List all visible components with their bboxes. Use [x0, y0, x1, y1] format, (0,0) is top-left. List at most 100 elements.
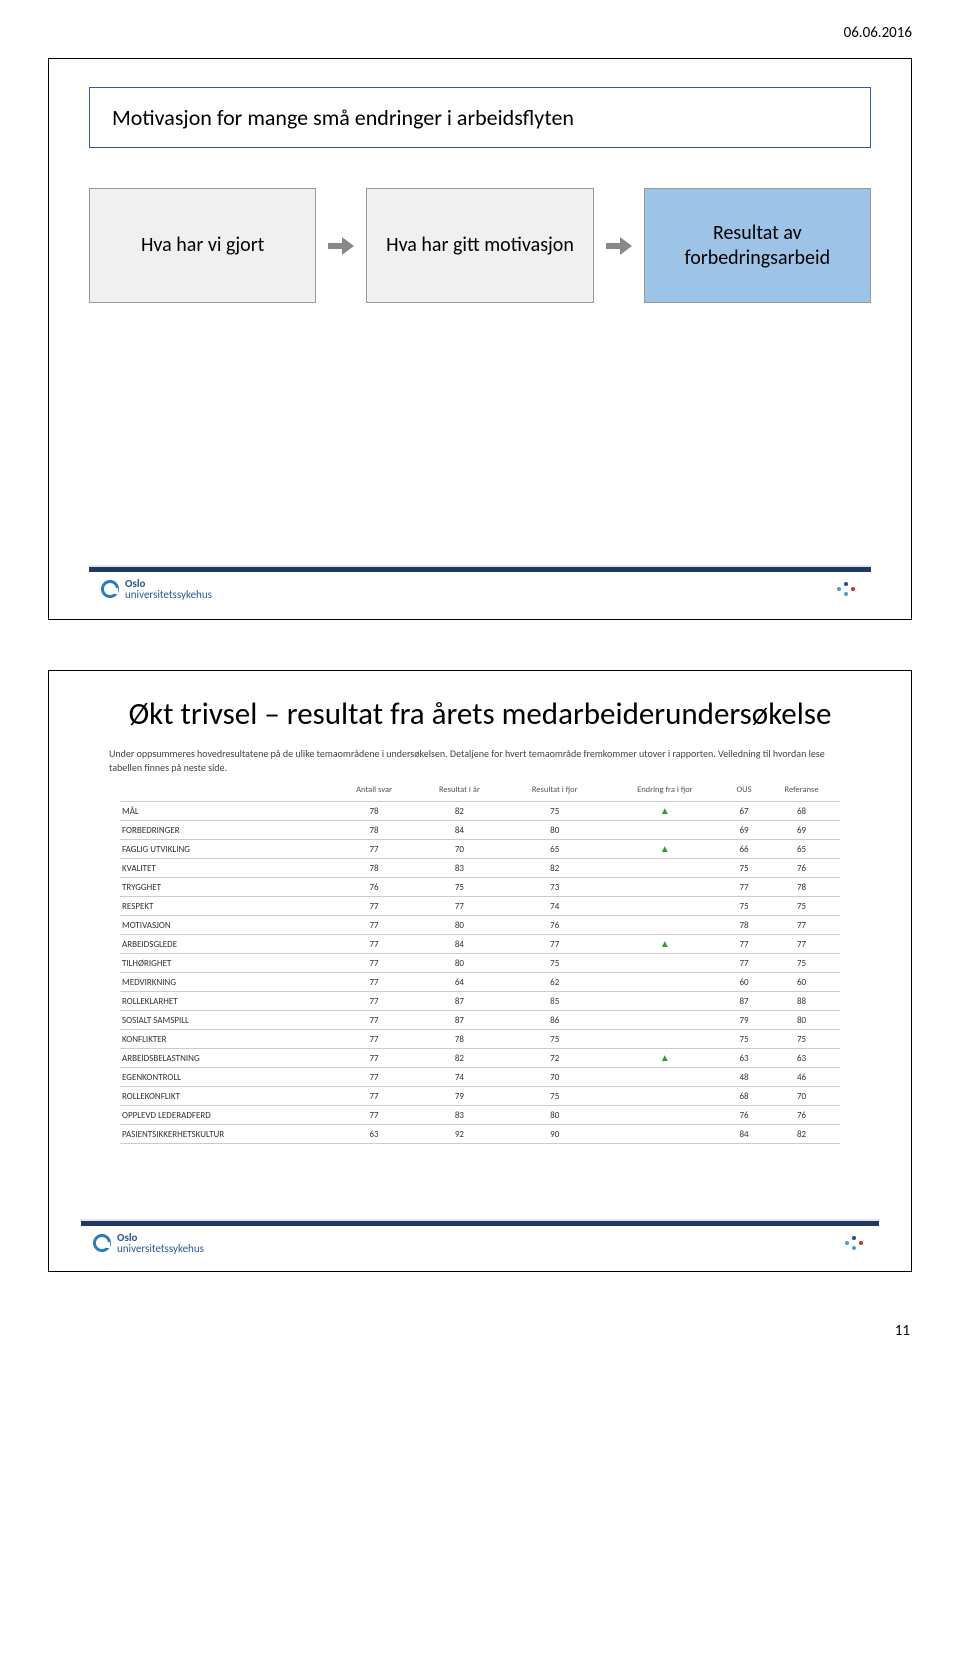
cell-label: MÅL	[120, 802, 334, 821]
cell-antall: 78	[334, 859, 414, 878]
cell-change	[605, 1106, 725, 1125]
cell-ous: 60	[725, 973, 763, 992]
cell-ref: 77	[763, 916, 840, 935]
cell-label: MOTIVASJON	[120, 916, 334, 935]
cell-antall: 77	[334, 1068, 414, 1087]
cell-iaar: 74	[414, 1068, 504, 1087]
slide2-title: Økt trivsel – resultat fra årets medarbe…	[81, 695, 879, 733]
cell-ref: 88	[763, 992, 840, 1011]
arrow-icon	[606, 235, 632, 257]
cell-ifjor: 80	[505, 1106, 605, 1125]
table-row: KONFLIKTER7778757575	[120, 1030, 840, 1049]
table-row: ROLLEKONFLIKT7779756870	[120, 1087, 840, 1106]
cell-label: KVALITET	[120, 859, 334, 878]
box-motivation: Hva har gitt motivasjon	[366, 188, 593, 303]
org-name-2: universitetssykehus	[125, 588, 212, 601]
cell-ifjor: 80	[505, 821, 605, 840]
cell-ref: 80	[763, 1011, 840, 1030]
table-row: ARBEIDSBELASTNING778272▲6363	[120, 1049, 840, 1068]
table-row: TILHØRIGHET7780757775	[120, 954, 840, 973]
cell-ous: 79	[725, 1011, 763, 1030]
cell-change	[605, 1087, 725, 1106]
table-row: EGENKONTROLL7774704846	[120, 1068, 840, 1087]
cell-iaar: 84	[414, 821, 504, 840]
cell-ref: 60	[763, 973, 840, 992]
cell-ifjor: 75	[505, 1030, 605, 1049]
table-row: PASIENTSIKKERHETSKULTUR6392908482	[120, 1125, 840, 1144]
th-ref: Referanse	[763, 782, 840, 802]
cell-ifjor: 72	[505, 1049, 605, 1068]
cell-change: ▲	[605, 1049, 725, 1068]
table-row: KVALITET7883827576	[120, 859, 840, 878]
cell-iaar: 84	[414, 935, 504, 954]
footer-bar	[81, 1219, 879, 1226]
cell-ous: 67	[725, 802, 763, 821]
cell-ifjor: 62	[505, 973, 605, 992]
cell-ous: 78	[725, 916, 763, 935]
cell-ref: 68	[763, 802, 840, 821]
cell-antall: 77	[334, 954, 414, 973]
cell-ifjor: 86	[505, 1011, 605, 1030]
results-table: Antall svar Resultat i år Resultat i fjo…	[120, 782, 840, 1144]
cell-ifjor: 82	[505, 859, 605, 878]
footer-bar	[89, 565, 871, 572]
cell-antall: 77	[334, 897, 414, 916]
cell-ous: 87	[725, 992, 763, 1011]
cell-ref: 46	[763, 1068, 840, 1087]
cell-change	[605, 1030, 725, 1049]
cell-ref: 69	[763, 821, 840, 840]
cell-iaar: 87	[414, 1011, 504, 1030]
cell-antall: 77	[334, 935, 414, 954]
cell-iaar: 78	[414, 1030, 504, 1049]
header-date: 06.06.2016	[48, 24, 912, 42]
cell-change	[605, 954, 725, 973]
table-row: MÅL788275▲6768	[120, 802, 840, 821]
cell-antall: 77	[334, 1030, 414, 1049]
cell-antall: 77	[334, 973, 414, 992]
th-iaar: Resultat i år	[414, 782, 504, 802]
cell-ous: 84	[725, 1125, 763, 1144]
table-row: ARBEIDSGLEDE778477▲7777	[120, 935, 840, 954]
cell-ref: 75	[763, 1030, 840, 1049]
org-name-2: universitetssykehus	[117, 1242, 204, 1255]
cell-ifjor: 65	[505, 840, 605, 859]
cell-iaar: 77	[414, 897, 504, 916]
box-what-we-did: Hva har vi gjort	[89, 188, 316, 303]
cell-change: ▲	[605, 802, 725, 821]
cell-iaar: 64	[414, 973, 504, 992]
table-header-row: Antall svar Resultat i år Resultat i fjo…	[120, 782, 840, 802]
cell-ref: 75	[763, 954, 840, 973]
cell-ifjor: 75	[505, 802, 605, 821]
th-ifjor: Resultat i fjor	[505, 782, 605, 802]
cell-iaar: 82	[414, 1049, 504, 1068]
table-row: MEDVIRKNING7764626060	[120, 973, 840, 992]
cell-ous: 77	[725, 954, 763, 973]
org-logo: Oslo universitetssykehus	[93, 1232, 204, 1255]
cell-change	[605, 878, 725, 897]
cell-antall: 76	[334, 878, 414, 897]
cell-iaar: 83	[414, 859, 504, 878]
cell-label: RESPEKT	[120, 897, 334, 916]
slide2-description: Under oppsummeres hovedresultatene på de…	[81, 747, 879, 774]
cell-ous: 69	[725, 821, 763, 840]
cell-ous: 76	[725, 1106, 763, 1125]
cell-label: PASIENTSIKKERHETSKULTUR	[120, 1125, 334, 1144]
cell-ifjor: 85	[505, 992, 605, 1011]
cell-iaar: 92	[414, 1125, 504, 1144]
cell-ifjor: 73	[505, 878, 605, 897]
cell-label: FAGLIG UTVIKLING	[120, 840, 334, 859]
slide1-title: Motivasjon for mange små endringer i arb…	[89, 87, 871, 148]
cell-antall: 77	[334, 992, 414, 1011]
cell-ous: 75	[725, 897, 763, 916]
cell-label: ROLLEKLARHET	[120, 992, 334, 1011]
cell-label: KONFLIKTER	[120, 1030, 334, 1049]
cell-change	[605, 1068, 725, 1087]
cell-iaar: 79	[414, 1087, 504, 1106]
cell-ous: 77	[725, 935, 763, 954]
partner-logo-icon	[841, 1234, 867, 1252]
cell-iaar: 83	[414, 1106, 504, 1125]
cell-ref: 65	[763, 840, 840, 859]
cell-change: ▲	[605, 935, 725, 954]
logo-icon	[101, 580, 119, 598]
process-boxes: Hva har vi gjort Hva har gitt motivasjon…	[89, 188, 871, 303]
